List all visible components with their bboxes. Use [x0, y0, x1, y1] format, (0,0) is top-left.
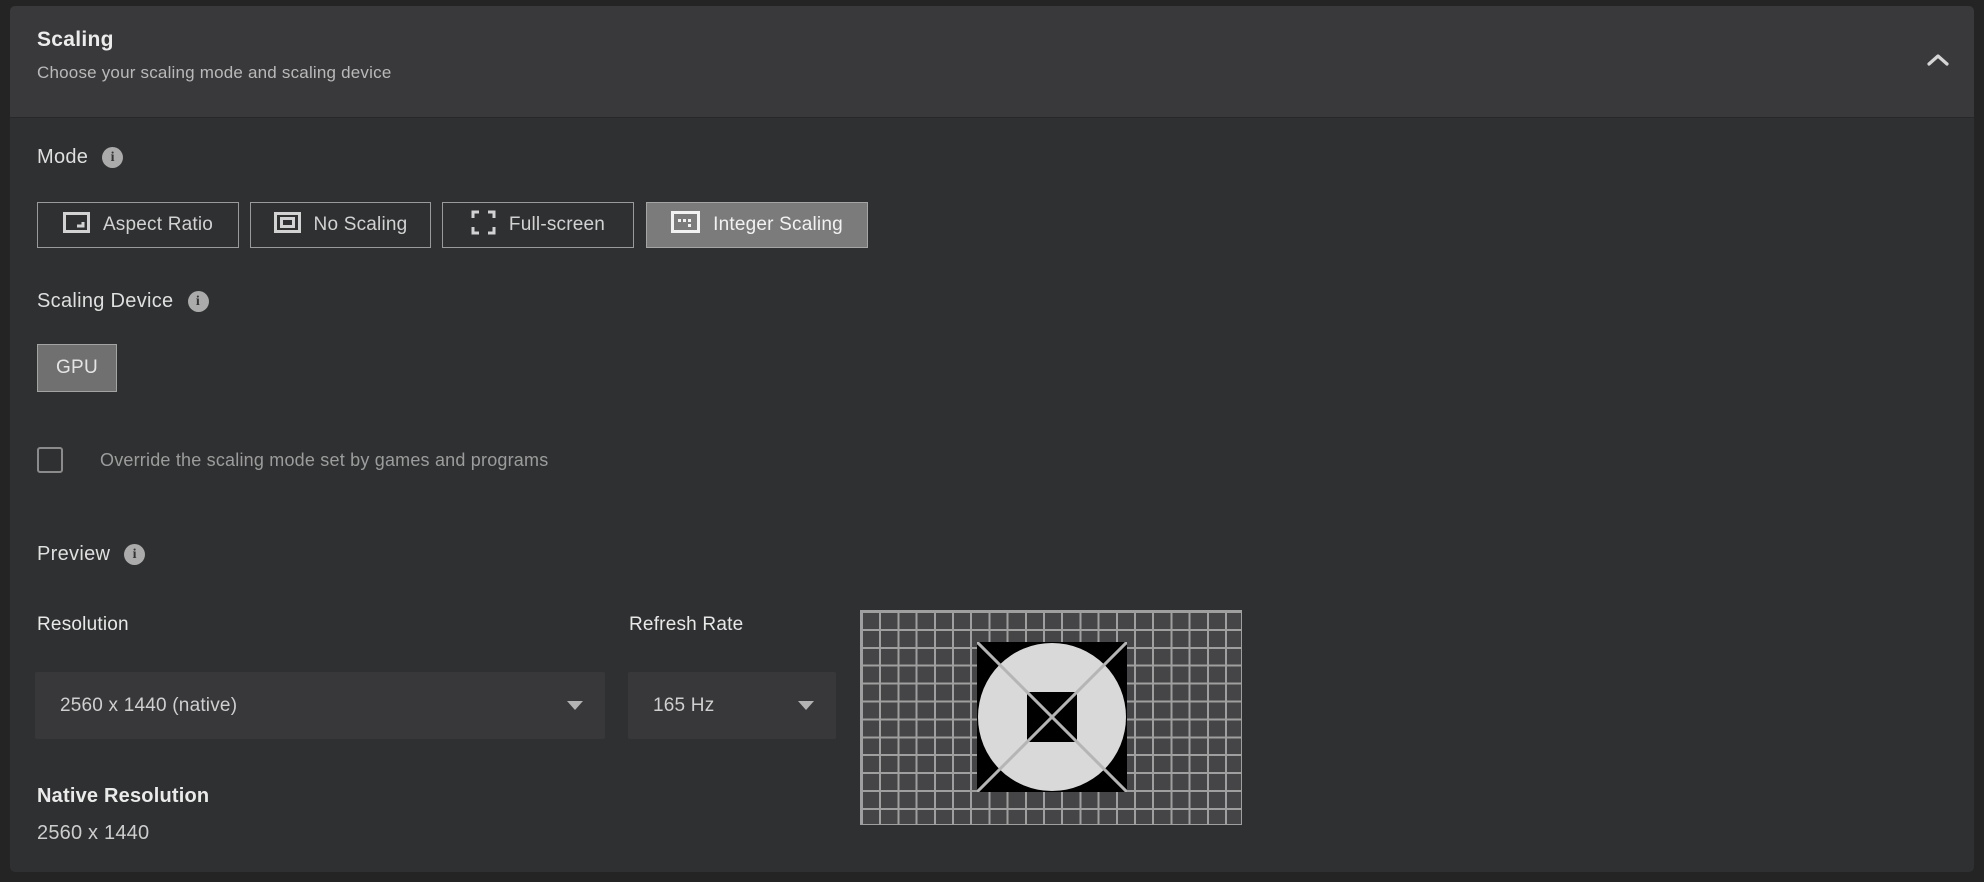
chevron-down-icon — [567, 701, 583, 710]
scaling-device-section-label: Scaling Device i — [37, 290, 209, 313]
mode-button-label: Full-screen — [509, 214, 605, 236]
resolution-value: 2560 x 1440 (native) — [60, 695, 237, 717]
override-row: Override the scaling mode set by games a… — [37, 447, 548, 473]
resolution-label: Resolution — [37, 614, 129, 636]
override-label: Override the scaling mode set by games a… — [100, 450, 548, 471]
section-header: Scaling Choose your scaling mode and sca… — [10, 6, 1974, 118]
collapse-button[interactable] — [1922, 46, 1954, 78]
info-icon[interactable]: i — [124, 544, 145, 565]
mode-button-label: Aspect Ratio — [103, 214, 213, 236]
refresh-rate-label: Refresh Rate — [629, 614, 743, 636]
info-icon[interactable]: i — [188, 291, 209, 312]
scaling-device-label: Scaling Device — [37, 290, 174, 313]
native-resolution-label: Native Resolution — [37, 785, 209, 808]
mode-section-label: Mode i — [37, 146, 123, 169]
chevron-down-icon — [798, 701, 814, 710]
page-title: Scaling — [37, 28, 114, 52]
fullscreen-icon — [471, 210, 496, 241]
preview-label: Preview — [37, 543, 110, 566]
test-pattern-graphic — [977, 642, 1127, 792]
scaling-device-button-gpu[interactable]: GPU — [37, 344, 117, 392]
mode-button-integer-scaling[interactable]: Integer Scaling — [646, 202, 868, 248]
preview-section-label: Preview i — [37, 543, 145, 566]
mode-button-label: No Scaling — [314, 214, 408, 236]
mode-button-no-scaling[interactable]: No Scaling — [250, 202, 431, 248]
mode-button-group: Aspect Ratio No Scaling Full-screen — [37, 202, 868, 248]
native-resolution-value: 2560 x 1440 — [37, 822, 149, 845]
gpu-button-label: GPU — [56, 357, 98, 379]
scaling-settings-panel: Scaling Choose your scaling mode and sca… — [10, 6, 1974, 872]
mode-button-aspect-ratio[interactable]: Aspect Ratio — [37, 202, 239, 248]
page-subtitle: Choose your scaling mode and scaling dev… — [37, 63, 391, 83]
mode-button-label: Integer Scaling — [713, 214, 843, 236]
refresh-rate-dropdown[interactable]: 165 Hz — [628, 672, 836, 739]
integer-scaling-icon — [671, 211, 700, 239]
mode-label: Mode — [37, 146, 88, 169]
refresh-rate-value: 165 Hz — [653, 695, 714, 717]
mode-button-full-screen[interactable]: Full-screen — [442, 202, 634, 248]
aspect-ratio-icon — [63, 212, 90, 239]
no-scaling-icon — [274, 212, 301, 239]
resolution-dropdown[interactable]: 2560 x 1440 (native) — [35, 672, 605, 739]
chevron-up-icon — [1926, 53, 1950, 72]
info-icon[interactable]: i — [102, 147, 123, 168]
override-checkbox[interactable] — [37, 447, 63, 473]
scaling-preview-image — [860, 610, 1242, 825]
